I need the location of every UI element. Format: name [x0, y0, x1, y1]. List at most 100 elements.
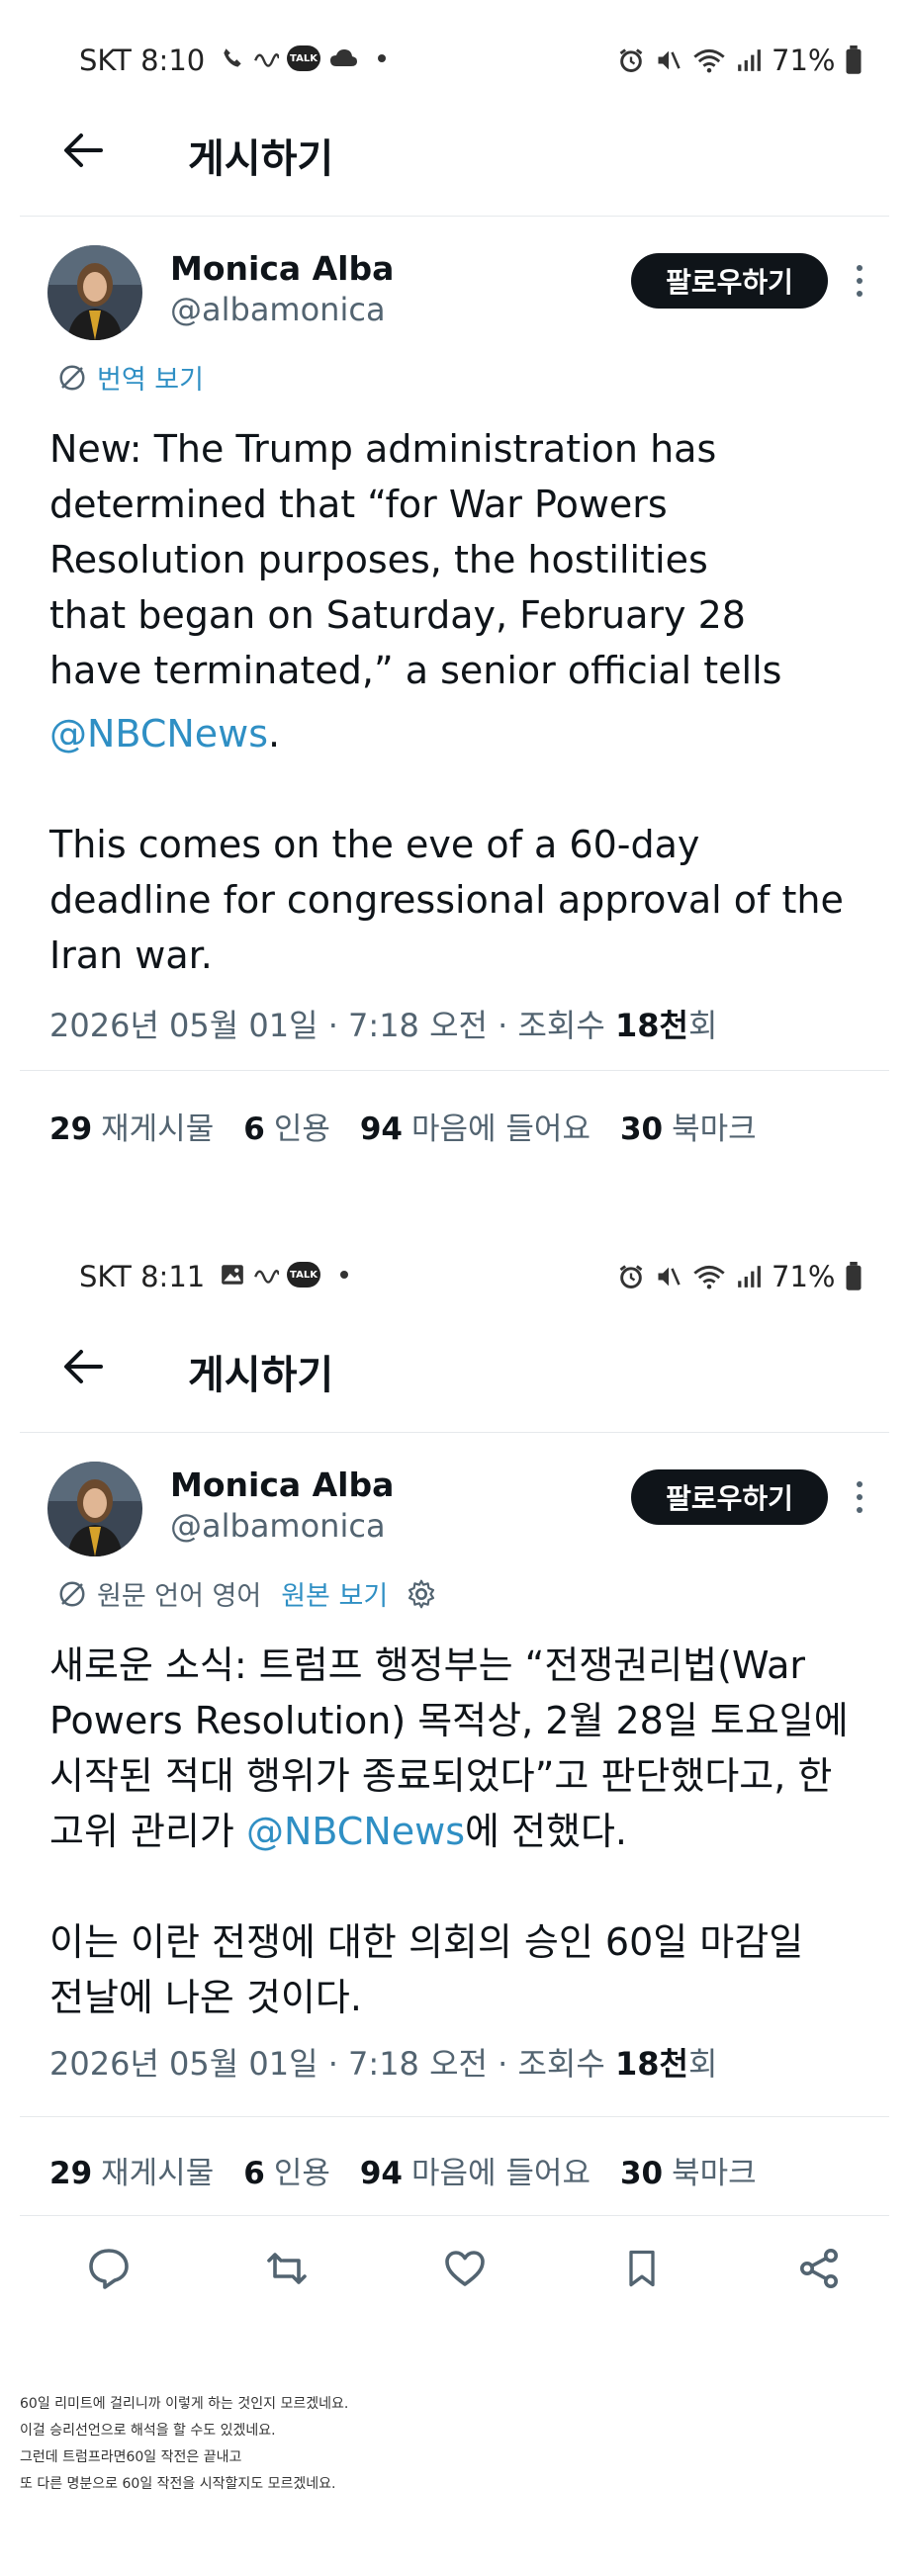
reply-icon[interactable]	[85, 2245, 133, 2292]
tweet-line: @NBCNews.	[49, 706, 844, 761]
view-count: 18천	[614, 1007, 688, 1044]
notification-dot	[378, 54, 386, 62]
repost-icon[interactable]	[262, 2245, 312, 2292]
translate-row: 원문 언어 영어 원본 보기	[57, 1574, 437, 1613]
tweet-meta: 2026년 05월 01일 · 7:18 오전 · 조회수 18천회	[49, 1001, 717, 1046]
tweet-line: Iran war.	[49, 933, 213, 977]
status-time: SKT 8:10	[79, 44, 206, 77]
avatar-image	[47, 1462, 142, 1556]
tweet-line: 전날에 나온 것이다.	[49, 1976, 362, 2019]
tweet-line: New: The Trump administration has	[49, 427, 717, 471]
translate-icon	[59, 1581, 85, 1606]
stat-likes[interactable]: 94 마음에 들어요	[360, 2148, 591, 2192]
show-original-link[interactable]: 원본 보기	[281, 1574, 388, 1613]
translate-link[interactable]: 번역 보기	[97, 358, 204, 397]
status-time: SKT 8:11	[79, 1260, 206, 1293]
tweet-line: determined that “for War Powers	[49, 483, 668, 526]
wave-icon	[254, 1270, 279, 1284]
more-options-icon[interactable]	[857, 265, 864, 297]
view-count: 18천	[614, 2045, 688, 2083]
tweet-date: 2026년 05월 01일 · 7:18 오전 · 조회수	[49, 1007, 615, 1044]
meta-divider	[20, 2116, 889, 2117]
comment-line: 60일 리미트에 걸리니까 이렇게 하는 것인지 모르겠네요.	[20, 2396, 349, 2412]
avatar[interactable]	[47, 245, 142, 340]
mention-suffix: .	[268, 712, 281, 755]
source-language-label: 원문 언어 영어	[97, 1581, 262, 1612]
stat-reposts[interactable]: 29 재게시물	[49, 1104, 214, 1148]
battery-percent: 71%	[772, 44, 836, 77]
stat-quotes[interactable]: 6 인용	[243, 2148, 330, 2192]
tweet-date: 2026년 05월 01일 · 7:18 오전 · 조회수	[49, 2045, 615, 2083]
image-icon	[222, 1265, 243, 1285]
status-left-icons: TALK	[220, 1262, 348, 1288]
tweet-line: 이는 이란 전쟁에 대한 의회의 승인 60일 마감일	[49, 1920, 804, 1964]
screenshot-2: SKT 8:11 TALK 71% 게시하기 Monica Alba @alba…	[0, 1216, 909, 2576]
tweet-line: have terminated,” a senior official tell…	[49, 649, 782, 692]
tweet-text: 새로운 소식: 트럼프 행정부는 “전쟁권리법(War Powers Resol…	[49, 1638, 849, 2025]
follow-button[interactable]: 팔로우하기	[631, 1469, 828, 1525]
stat-quotes[interactable]: 6 인용	[243, 1104, 330, 1148]
wifi-icon	[693, 1265, 725, 1289]
user-comment: 60일 리미트에 걸리니까 이렇게 하는 것인지 모르겠네요. 이걸 승리선언으…	[20, 2391, 348, 2498]
page-title: 게시하기	[188, 1353, 334, 1398]
back-arrow-icon[interactable]	[61, 131, 105, 170]
battery-icon	[846, 1262, 862, 1290]
share-icon[interactable]	[795, 2245, 843, 2292]
tweet-line: 새로운 소식: 트럼프 행정부는 “전쟁권리법(War	[49, 1643, 806, 1687]
alarm-icon	[619, 1265, 643, 1288]
stats-divider	[20, 2215, 889, 2216]
stats-row: 29 재게시물 6 인용 94 마음에 들어요 30 북마크	[49, 1104, 786, 1148]
follow-button[interactable]: 팔로우하기	[631, 253, 828, 309]
author-handle[interactable]: @albamonica	[170, 291, 386, 328]
page-title: 게시하기	[188, 136, 334, 182]
battery-percent: 71%	[772, 1260, 836, 1293]
author-name[interactable]: Monica Alba	[170, 1466, 394, 1504]
status-right-icons: 71%	[617, 1260, 863, 1293]
meta-divider	[20, 1070, 889, 1071]
wave-icon	[254, 53, 279, 67]
stat-likes[interactable]: 94 마음에 들어요	[360, 1104, 591, 1148]
talk-icon: TALK	[287, 45, 320, 71]
translate-icon	[59, 365, 85, 390]
like-icon[interactable]	[441, 2245, 489, 2292]
tweet-line: Resolution purposes, the hostilities	[49, 538, 708, 581]
comment-line: 이걸 승리선언으로 해석을 할 수도 있겠네요.	[20, 2423, 276, 2439]
mention-link[interactable]: @NBCNews	[246, 1810, 465, 1853]
view-suffix: 회	[687, 2045, 718, 2083]
call-icon	[224, 48, 241, 67]
more-options-icon[interactable]	[857, 1481, 864, 1513]
cloud-icon	[330, 49, 357, 66]
avatar[interactable]	[47, 1462, 142, 1556]
screenshot-1: SKT 8:10 TALK 71% 게시하기 Monica Alba @alba…	[0, 0, 909, 1216]
status-right-icons: 71%	[617, 44, 863, 77]
tweet-line: that began on Saturday, February 28	[49, 593, 746, 637]
comment-line: 그런데 트럼프라면60일 작전은 끝내고	[20, 2449, 242, 2465]
tweet-line: This comes on the eve of a 60-day	[49, 823, 700, 866]
tweet-line: 고위 관리가 @NBCNews에 전했다.	[49, 1810, 628, 1853]
stat-bookmarks[interactable]: 30 북마크	[620, 2148, 757, 2192]
battery-icon	[846, 45, 862, 74]
status-left-icons: TALK	[220, 45, 386, 71]
avatar-image	[47, 245, 142, 340]
mute-icon	[658, 50, 681, 70]
stats-row: 29 재게시물 6 인용 94 마음에 들어요 30 북마크	[49, 2148, 786, 2192]
translate-row[interactable]: 번역 보기	[57, 358, 204, 397]
tweet-line: 시작된 적대 행위가 종료되었다”고 판단했다고, 한	[49, 1754, 833, 1798]
stat-bookmarks[interactable]: 30 북마크	[620, 1104, 757, 1148]
bookmark-icon[interactable]	[620, 2245, 664, 2292]
stat-reposts[interactable]: 29 재게시물	[49, 2148, 214, 2192]
mute-icon	[658, 1267, 681, 1287]
back-arrow-icon[interactable]	[61, 1347, 105, 1386]
author-name[interactable]: Monica Alba	[170, 249, 394, 288]
tweet-line: deadline for congressional approval of t…	[49, 878, 844, 922]
comment-line: 또 다른 명분으로 60일 작전을 시작할지도 모르겠네요.	[20, 2476, 336, 2492]
signal-icon	[738, 49, 761, 71]
author-handle[interactable]: @albamonica	[170, 1507, 386, 1545]
wifi-icon	[693, 48, 725, 73]
tweet-line: Powers Resolution) 목적상, 2월 28일 토요일에	[49, 1699, 849, 1742]
header-divider	[20, 1432, 889, 1433]
gear-icon[interactable]	[406, 1578, 437, 1610]
tweet-meta: 2026년 05월 01일 · 7:18 오전 · 조회수 18천회	[49, 2039, 717, 2085]
talk-icon: TALK	[287, 1262, 320, 1288]
mention-link[interactable]: @NBCNews	[49, 712, 268, 755]
